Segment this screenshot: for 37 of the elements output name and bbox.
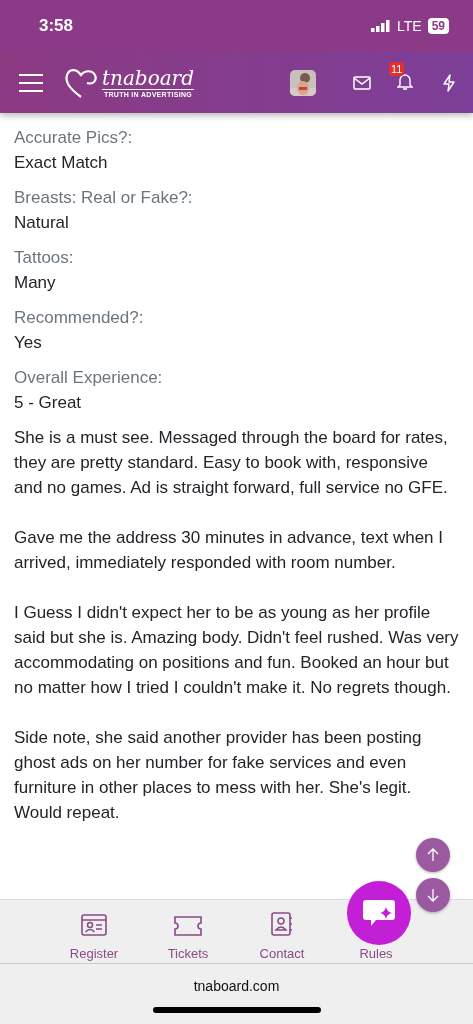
id-card-icon <box>81 914 107 936</box>
field-label: Tattoos: <box>14 247 75 269</box>
menu-icon[interactable] <box>18 72 44 93</box>
signal-icon <box>371 20 391 32</box>
mail-icon[interactable] <box>353 75 371 90</box>
review-paragraph: Gave me the address 30 minutes in advance, text when I arrived, immediately responded with room number. <box>14 527 445 574</box>
nav-item[interactable]: Contact <box>235 911 329 963</box>
chat-sparkle-icon <box>362 898 396 928</box>
network-type: LTE <box>397 18 422 34</box>
battery-level: 59 <box>427 18 449 34</box>
nav-item[interactable]: Rules <box>329 945 423 963</box>
scroll-up-button[interactable] <box>416 838 450 872</box>
bell-icon[interactable] <box>397 71 413 90</box>
field-value: 5 - Great <box>14 392 83 414</box>
url-text[interactable]: tnaboard.com <box>193 978 280 994</box>
lightning-icon[interactable] <box>443 73 455 92</box>
logo-text[interactable]: tnaboard <box>102 67 194 90</box>
field-label: Recommended?: <box>14 307 145 329</box>
status-time: 3:58 <box>39 16 75 36</box>
field-label: Accurate Pics?: <box>14 127 134 149</box>
field-label: Overall Experience: <box>14 367 164 389</box>
ticket-icon <box>174 916 202 936</box>
nav-item[interactable]: Register <box>47 913 141 963</box>
review-paragraph: She is a must see. Messaged through the board for rates, they are pretty standard. Easy to book with, responsive and no games. Ad is straight forward, full service no GFE. <box>14 427 449 499</box>
review-paragraph: Side note, she said another provider has been posting ghost ads on her number for fake services and even furniture in other places to mess with her. She's legit. Would repeat. <box>14 727 423 824</box>
field-value: Natural <box>14 212 70 234</box>
notification-badge: 11 <box>389 61 405 76</box>
nav-item[interactable]: Tickets <box>141 915 235 963</box>
arrow-down-icon <box>426 888 440 902</box>
contact-book-icon <box>271 912 293 936</box>
review-paragraph: I Guess I didn't expect her to be as young as her profile said but she is. Amazing body. Didn't feel rushed. Was very accommodating on positions and fun. Booked an hour but no matter how I tried I couldn't make it. No regrets though. <box>14 602 459 699</box>
field-value: Exact Match <box>14 152 109 174</box>
field-value: Many <box>14 272 57 294</box>
scroll-down-button[interactable] <box>416 878 450 912</box>
field-value: Yes <box>14 332 43 354</box>
arrow-up-icon <box>426 848 440 862</box>
field-label: Breasts: Real or Fake?: <box>14 187 194 209</box>
